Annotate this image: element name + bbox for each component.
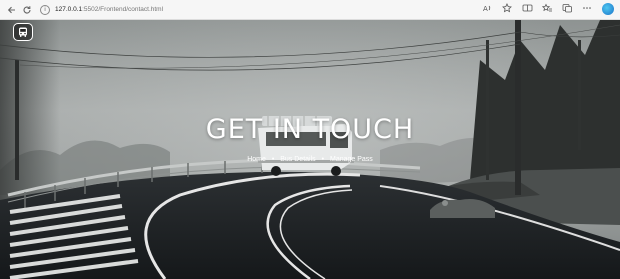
reload-icon[interactable] [19,2,34,18]
browser-toolbar: i 127.0.0.1 :5502/Frontend/contact.html … [0,0,620,20]
svg-text:A: A [483,5,488,13]
address-bar[interactable]: i 127.0.0.1 :5502/Frontend/contact.html [40,3,163,17]
url-host: 127.0.0.1 [55,6,83,13]
split-screen-icon[interactable] [522,3,533,15]
more-menu-icon[interactable] [582,3,592,15]
hero-section: GET IN TOUCH Home • Bus Details • Manage… [0,20,620,279]
foggy-road-background-image [0,20,620,279]
back-arrow-icon[interactable] [4,2,19,18]
page-title: GET IN TOUCH [205,114,415,145]
breadcrumb-separator: • [271,156,275,163]
url-path: :5502/Frontend/contact.html [82,6,164,13]
breadcrumb: Home • Bus Details • Manage Pass [0,156,620,163]
site-info-icon[interactable]: i [40,4,50,15]
collections-icon[interactable] [562,3,572,15]
favorites-bar-icon[interactable] [541,3,552,15]
bus-logo-icon[interactable] [13,23,33,41]
breadcrumb-home[interactable]: Home [247,156,266,163]
breadcrumb-separator: • [321,156,325,163]
breadcrumb-manage-pass[interactable]: Manage Pass [330,156,373,163]
browser-tools: A [482,3,614,15]
breadcrumb-bus-details[interactable]: Bus Details [280,156,315,163]
edge-copilot-icon[interactable] [602,3,614,15]
read-aloud-icon[interactable]: A [482,3,492,15]
favorite-star-icon[interactable] [502,3,512,15]
